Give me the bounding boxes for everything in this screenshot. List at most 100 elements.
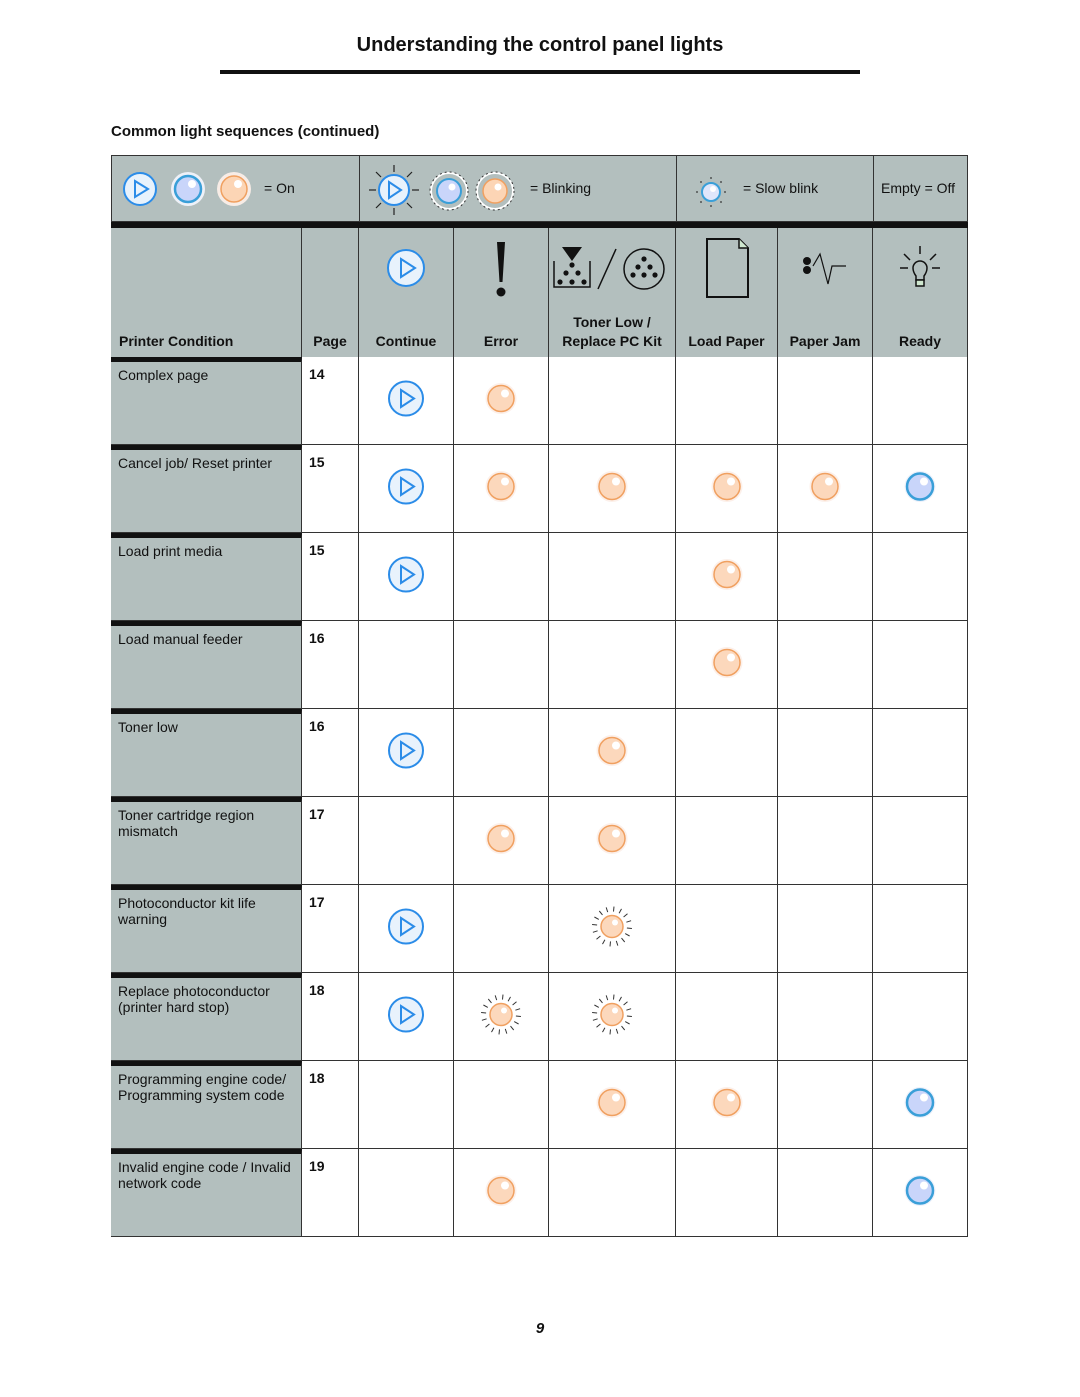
continue-light-on-icon	[387, 555, 425, 598]
cell-ready	[873, 445, 968, 533]
cell-continue	[359, 357, 454, 445]
paper-sheet-icon	[676, 234, 777, 302]
cell-error	[454, 709, 549, 797]
legend-on-label: = On	[264, 180, 295, 196]
cell-toner	[549, 445, 676, 533]
cell-load-paper	[676, 1149, 778, 1237]
page-ref: 15	[309, 454, 325, 470]
legend-off: Empty = Off	[874, 156, 969, 221]
cell-paper-jam	[778, 709, 873, 797]
cell-load-paper	[676, 621, 778, 709]
cell-ready	[873, 797, 968, 885]
cell-load-paper	[676, 885, 778, 973]
page-ref: 16	[309, 718, 325, 734]
title-rule	[220, 70, 860, 74]
orange-light-on-icon	[596, 1086, 628, 1123]
cell-condition: Load print media	[111, 533, 302, 621]
cell-continue	[359, 709, 454, 797]
table-row: Invalid engine code / Invalid network co…	[111, 1149, 968, 1237]
column-label: Ready	[898, 333, 942, 349]
printer-condition: Load print media	[118, 543, 223, 559]
column-header-ready: Ready	[873, 228, 968, 357]
orange-light-on-icon	[485, 822, 517, 859]
section-title: Common light sequences (continued)	[111, 123, 380, 140]
orange-light-on-icon	[711, 558, 743, 595]
page-number: 9	[535, 1320, 545, 1337]
table-row: Toner cartridge region mismatch 17	[111, 797, 968, 885]
cell-paper-jam	[778, 357, 873, 445]
page-ref: 17	[309, 894, 325, 910]
cell-condition: Programming engine code/ Programming sys…	[111, 1061, 302, 1149]
continue-light-on-icon	[387, 907, 425, 950]
orange-light-on-icon	[711, 646, 743, 683]
column-label: Printer Condition	[119, 333, 234, 349]
printer-condition: Invalid engine code / Invalid network co…	[118, 1159, 291, 1191]
column-label-line1: Toner Low /	[573, 314, 651, 330]
legend-slow-blink-label: = Slow blink	[743, 180, 819, 196]
orange-light-on-icon	[711, 470, 743, 507]
page-ref: 15	[309, 542, 325, 558]
cell-page: 19	[302, 1149, 359, 1237]
cell-continue	[359, 973, 454, 1061]
page-ref: 18	[309, 982, 325, 998]
blue-light-on-icon	[904, 1086, 936, 1123]
cell-ready	[873, 533, 968, 621]
cell-ready	[873, 1061, 968, 1149]
cell-continue	[359, 885, 454, 973]
printer-condition: Cancel job/ Reset printer	[118, 455, 273, 471]
cell-page: 14	[302, 357, 359, 445]
blue-light-blinking-icon	[428, 170, 470, 215]
cell-load-paper	[676, 357, 778, 445]
cell-paper-jam	[778, 973, 873, 1061]
continue-light-on-icon	[387, 731, 425, 774]
orange-light-on-icon	[485, 382, 517, 419]
cell-error	[454, 973, 549, 1061]
cell-continue	[359, 1061, 454, 1149]
cell-page: 17	[302, 885, 359, 973]
cell-error	[454, 533, 549, 621]
cell-toner	[549, 357, 676, 445]
cell-continue	[359, 621, 454, 709]
cell-toner	[549, 533, 676, 621]
cell-continue	[359, 445, 454, 533]
table-row: Photoconductor kit life warning 17	[111, 885, 968, 973]
column-header-toner: Toner Low / Replace PC Kit	[549, 228, 676, 357]
cell-page: 17	[302, 797, 359, 885]
continue-button-icon	[359, 240, 453, 296]
orange-light-on-icon	[711, 1086, 743, 1123]
orange-light-blinking-icon	[474, 170, 516, 215]
continue-blinking-icon	[368, 164, 420, 219]
column-label: Page	[313, 333, 347, 349]
cell-toner	[549, 621, 676, 709]
continue-light-on-icon	[387, 995, 425, 1038]
cell-toner	[549, 1149, 676, 1237]
table-row: Toner low 16	[111, 709, 968, 797]
table-row: Cancel job/ Reset printer 15	[111, 445, 968, 533]
paper-jam-icon	[778, 240, 872, 296]
cell-error	[454, 357, 549, 445]
cell-load-paper	[676, 533, 778, 621]
orange-light-blinking-icon	[590, 992, 634, 1041]
column-label: Error	[483, 333, 519, 349]
cell-toner	[549, 973, 676, 1061]
continue-light-on-icon	[387, 467, 425, 510]
cell-condition: Invalid engine code / Invalid network co…	[111, 1149, 302, 1237]
page-ref: 14	[309, 366, 325, 382]
page-title: Understanding the control panel lights	[356, 34, 724, 56]
exclamation-icon	[454, 238, 548, 302]
cell-condition: Toner cartridge region mismatch	[111, 797, 302, 885]
page-ref: 19	[309, 1158, 325, 1174]
legend-on: = On	[112, 156, 360, 221]
orange-light-on-icon	[596, 470, 628, 507]
cell-paper-jam	[778, 1149, 873, 1237]
cell-continue	[359, 1149, 454, 1237]
table-row: Load manual feeder 16	[111, 621, 968, 709]
table-row: Programming engine code/ Programming sys…	[111, 1061, 968, 1149]
cell-toner	[549, 797, 676, 885]
cell-page: 16	[302, 621, 359, 709]
table-row: Replace photoconductor (printer hard sto…	[111, 973, 968, 1061]
cell-error	[454, 445, 549, 533]
column-header-load-paper: Load Paper	[676, 228, 778, 357]
column-label-line2: Replace PC Kit	[562, 333, 662, 349]
blue-light-on-icon	[904, 470, 936, 507]
